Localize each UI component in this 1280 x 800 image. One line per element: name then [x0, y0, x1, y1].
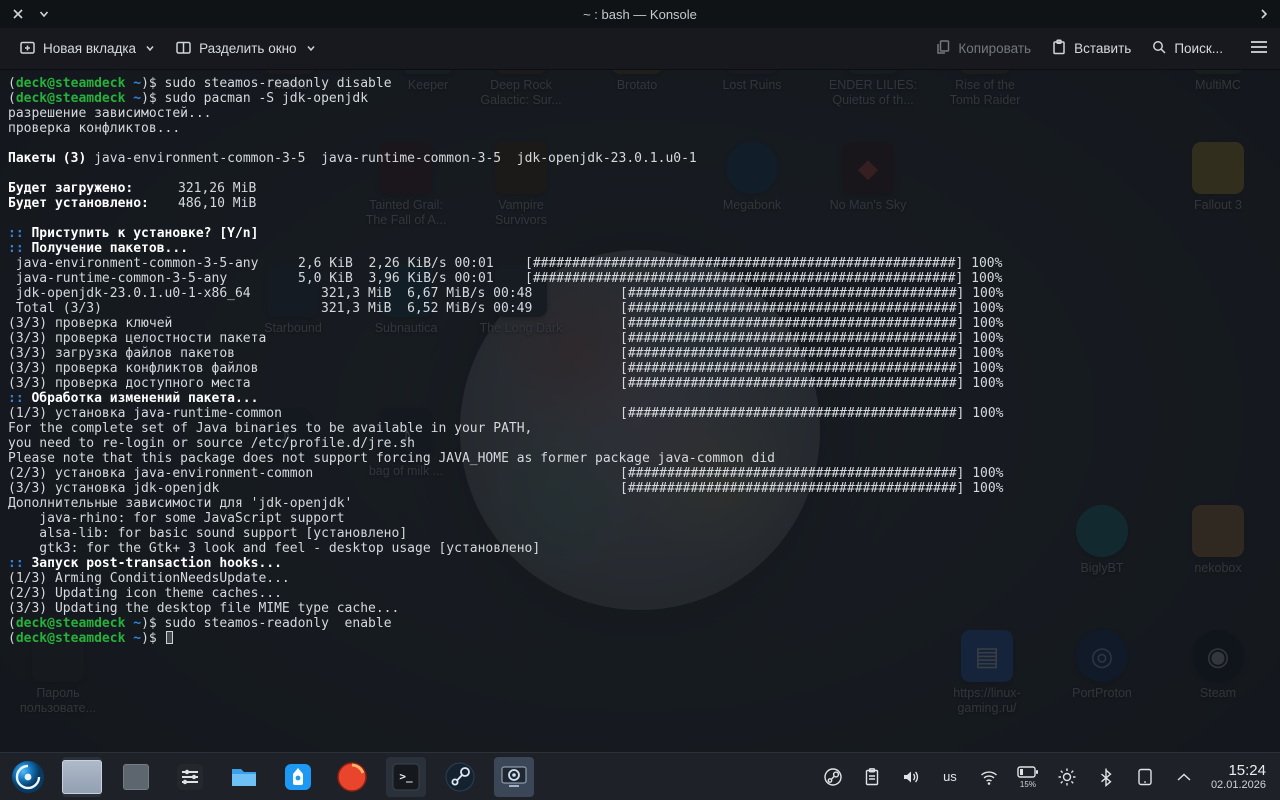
app-launcher-button[interactable] — [8, 757, 48, 797]
terminal-line: (3/3) Updating the desktop file MIME typ… — [8, 601, 1280, 616]
terminal-line: Total (3/3)321,3 MiB 6,52 MiB/s 00:49[##… — [8, 301, 1280, 316]
terminal-line — [8, 166, 1280, 181]
terminal-line: jdk-openjdk-23.0.1.u0-1-x86_64321,3 MiB … — [8, 286, 1280, 301]
taskbar-konsole-icon[interactable]: >_ — [386, 757, 426, 797]
clock-time: 15:24 — [1211, 762, 1266, 779]
terminal-line: :: Получение пакетов... — [8, 241, 1280, 256]
chevron-down-icon — [306, 41, 316, 56]
terminal-line: (deck@steamdeck ~)$ sudo steamos-readonl… — [8, 76, 1280, 91]
terminal-line: (3/3) проверка ключей[##################… — [8, 316, 1280, 331]
terminal-line: (2/3) установка java-environment-common[… — [8, 466, 1280, 481]
terminal-output[interactable]: (deck@steamdeck ~)$ sudo steamos-readonl… — [0, 70, 1280, 752]
hamburger-menu-icon[interactable] — [1250, 40, 1268, 57]
search-icon — [1151, 39, 1167, 58]
keyboard-layout-indicator[interactable]: us — [939, 769, 961, 784]
split-window-label: Разделить окно — [199, 41, 297, 56]
terminal-cursor — [166, 631, 173, 644]
terminal-line: (deck@steamdeck ~)$ — [8, 631, 1280, 646]
window-thumbnail — [62, 760, 102, 794]
tablet-device-icon[interactable] — [1134, 767, 1156, 787]
terminal-line: (3/3) загрузка файлов пакетов[##########… — [8, 346, 1280, 361]
terminal-line: Пакеты (3) java-environment-common-3-5 j… — [8, 151, 1280, 166]
copy-icon — [935, 39, 951, 58]
konsole-prompt-glyph: >_ — [399, 770, 412, 783]
window-thumbnail-small — [123, 764, 149, 790]
taskbar-browser-icon[interactable] — [332, 757, 372, 797]
terminal-line: (1/3) Arming ConditionNeedsUpdate... — [8, 571, 1280, 586]
taskbar-discover-icon[interactable] — [278, 757, 318, 797]
split-window-icon — [175, 39, 192, 59]
window-preview[interactable] — [62, 757, 102, 797]
taskbar-file-manager-icon[interactable] — [224, 757, 264, 797]
keyboard-layout-label: us — [943, 769, 957, 784]
volume-icon[interactable] — [900, 767, 922, 787]
terminal-line: java-environment-common-3-5-any2,6 KiB 2… — [8, 256, 1280, 271]
terminal-line: alsa-lib: for basic sound support [устан… — [8, 526, 1280, 541]
terminal-line: (3/3) проверка конфликтов файлов[#######… — [8, 361, 1280, 376]
terminal-line: :: Обработка изменений пакета... — [8, 391, 1280, 406]
terminal-line: java-rhino: for some JavaScript support — [8, 511, 1280, 526]
terminal-line: (3/3) проверка доступного места[########… — [8, 376, 1280, 391]
system-tray: us 15% — [822, 765, 1195, 789]
chevron-down-icon — [145, 41, 155, 56]
battery-icon[interactable]: 15% — [1017, 765, 1039, 789]
terminal-line: разрешение зависимостей... — [8, 106, 1280, 121]
window-titlebar: ~ : bash — Konsole — [0, 0, 1280, 28]
terminal-line: Будет загружено:321,26 MiB — [8, 181, 1280, 196]
terminal-line: проверка конфликтов... — [8, 121, 1280, 136]
taskbar-screenshot-tool-icon[interactable] — [494, 757, 534, 797]
taskbar-left: >_ — [8, 757, 534, 797]
new-tab-button[interactable]: Новая вкладка — [12, 33, 162, 65]
terminal-line: (2/3) Updating icon theme caches... — [8, 586, 1280, 601]
terminal-line: (3/3) проверка целостности пакета[######… — [8, 331, 1280, 346]
clock-date: 02.01.2026 — [1211, 779, 1266, 792]
battery-percent-label: 15% — [1020, 780, 1036, 789]
taskbar-system-settings-icon[interactable] — [170, 757, 210, 797]
terminal-line: (deck@steamdeck ~)$ sudo steamos-readonl… — [8, 616, 1280, 631]
terminal-line: gtk3: for the Gtk+ 3 look and feel - des… — [8, 541, 1280, 556]
terminal-line: (3/3) установка jdk-openjdk[############… — [8, 481, 1280, 496]
terminal-line — [8, 136, 1280, 151]
chevron-right-icon[interactable] — [1256, 6, 1272, 22]
terminal-line: (deck@steamdeck ~)$ sudo pacman -S jdk-o… — [8, 91, 1280, 106]
terminal-line — [8, 211, 1280, 226]
bluetooth-icon[interactable] — [1095, 767, 1117, 787]
copy-button[interactable]: Копировать — [928, 33, 1038, 64]
paste-label: Вставить — [1074, 41, 1131, 56]
terminal-line: For the complete set of Java binaries to… — [8, 421, 1280, 436]
new-tab-label: Новая вкладка — [43, 41, 136, 56]
new-tab-icon — [19, 39, 36, 59]
wifi-icon[interactable] — [978, 767, 1000, 787]
expand-tray-caret-icon[interactable] — [1173, 772, 1195, 782]
search-label: Поиск... — [1174, 41, 1223, 56]
terminal-line: :: Приступить к установке? [Y/n] — [8, 226, 1280, 241]
digital-clock[interactable]: 15:24 02.01.2026 — [1211, 762, 1266, 792]
terminal-line: java-runtime-common-3-5-any5,0 KiB 3,96 … — [8, 271, 1280, 286]
window-title: ~ : bash — Konsole — [0, 7, 1280, 22]
steam-tray-icon[interactable] — [822, 767, 844, 787]
terminal-line: Дополнительные зависимости для 'jdk-open… — [8, 496, 1280, 511]
brightness-icon[interactable] — [1056, 767, 1078, 787]
split-window-button[interactable]: Разделить окно — [168, 33, 323, 65]
search-button[interactable]: Поиск... — [1144, 33, 1230, 64]
clipboard-icon[interactable] — [861, 767, 883, 787]
terminal-line: Будет установлено:486,10 MiB — [8, 196, 1280, 211]
window-preview-minimized[interactable] — [116, 757, 156, 797]
terminal-line: (1/3) установка java-runtime-common[####… — [8, 406, 1280, 421]
window-toolbar: Новая вкладка Разделить окно Копировать — [0, 28, 1280, 70]
terminal-line: :: Запуск post-transaction hooks... — [8, 556, 1280, 571]
paste-icon — [1051, 39, 1067, 58]
copy-label: Копировать — [958, 41, 1031, 56]
paste-button[interactable]: Вставить — [1044, 33, 1138, 64]
taskbar: >_ us 15% — [0, 752, 1280, 800]
terminal-line: Please note that this package does not s… — [8, 451, 1280, 466]
terminal-line: you need to re-login or source /etc/prof… — [8, 436, 1280, 451]
konsole-window: ~ : bash — Konsole Новая вкладка Раздели… — [0, 0, 1280, 752]
taskbar-steam-icon[interactable] — [440, 757, 480, 797]
